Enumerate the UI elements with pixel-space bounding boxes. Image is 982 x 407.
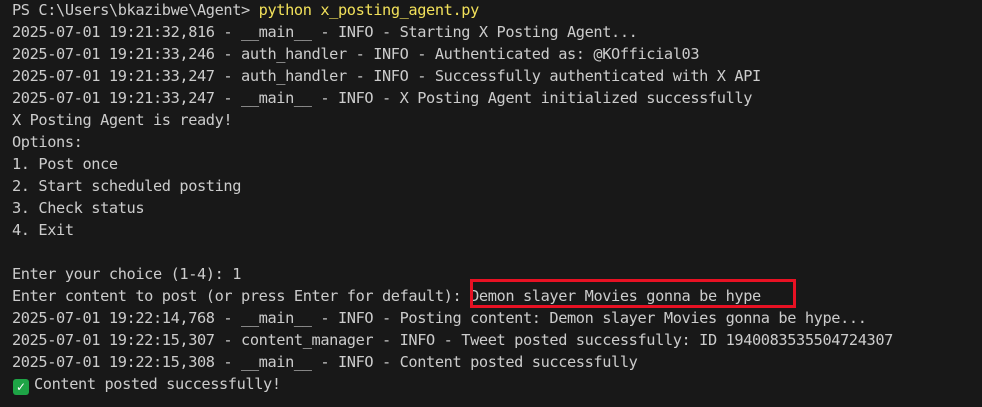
content-input-text[interactable]: Demon slayer Movies gonna be hype bbox=[470, 285, 785, 307]
log-line: 2025-07-01 19:21:33,247 - __main__ - INF… bbox=[12, 89, 752, 107]
content-prompt: Enter content to post (or press Enter fo… bbox=[12, 287, 462, 305]
option-item: 3. Check status bbox=[12, 199, 145, 217]
choice-line: Enter your choice (1-4): 1 bbox=[12, 265, 242, 283]
log-line: 2025-07-01 19:22:14,768 - __main__ - INF… bbox=[12, 309, 867, 327]
option-item: 2. Start scheduled posting bbox=[12, 177, 242, 195]
command-line: PS C:\Users\bkazibwe\Agent> python x_pos… bbox=[12, 0, 982, 21]
log-line: 2025-07-01 19:22:15,308 - __main__ - INF… bbox=[12, 353, 638, 371]
option-item: 1. Post once bbox=[12, 155, 118, 173]
prompt-text: PS C:\Users\bkazibwe\Agent> bbox=[12, 1, 250, 19]
option-item: 4. Exit bbox=[12, 221, 74, 239]
options-heading: Options: bbox=[12, 133, 83, 151]
success-text: Content posted successfully! bbox=[34, 375, 281, 393]
terminal-window[interactable]: PS C:\Users\bkazibwe\Agent> python x_pos… bbox=[0, 0, 982, 407]
check-mark-icon: ✓ bbox=[13, 379, 29, 395]
log-line: 2025-07-01 19:21:32,816 - __main__ - INF… bbox=[12, 23, 638, 41]
content-entry-line: Enter content to post (or press Enter fo… bbox=[12, 285, 982, 307]
log-line: 2025-07-01 19:21:33,246 - auth_handler -… bbox=[12, 45, 700, 63]
success-line: ✓ Content posted successfully! bbox=[12, 373, 982, 395]
log-line: 2025-07-01 19:21:33,247 - auth_handler -… bbox=[12, 67, 761, 85]
command-text: python x_posting_agent.py bbox=[258, 1, 480, 19]
ready-message: X Posting Agent is ready! bbox=[12, 111, 233, 129]
log-line: 2025-07-01 19:22:15,307 - content_manage… bbox=[12, 331, 893, 349]
